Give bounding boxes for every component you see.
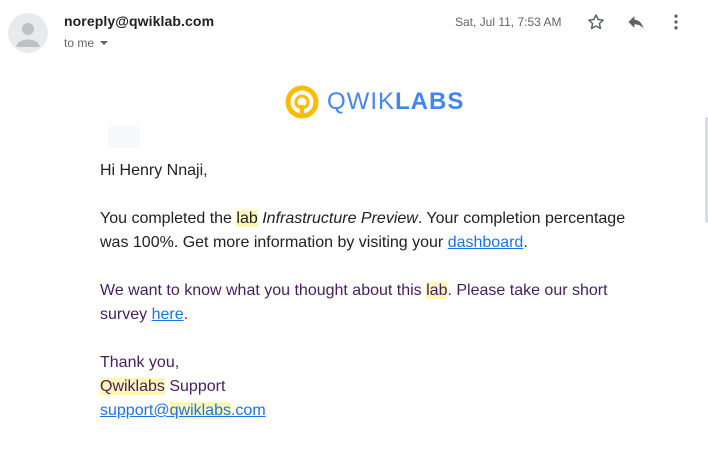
- p2-text-2: . Please take our short: [447, 282, 608, 299]
- support-email-part-2: .com: [230, 402, 266, 419]
- person-avatar-icon[interactable]: [8, 13, 48, 53]
- qwiklabs-logo: QWIKLABS: [285, 85, 464, 119]
- survey-link[interactable]: here: [152, 306, 184, 323]
- caret-down-icon: [100, 41, 109, 45]
- recipient-dropdown[interactable]: to me: [64, 35, 109, 51]
- star-button[interactable]: [584, 10, 608, 34]
- p2-text-3: survey: [100, 306, 152, 323]
- dashboard-link[interactable]: dashboard: [448, 234, 524, 251]
- p1-highlight-lab: lab: [236, 210, 258, 227]
- logo-word-bold: LABS: [395, 88, 465, 115]
- survey-line-1: We want to know what you thought about t…: [100, 279, 608, 303]
- sender-email: noreply@qwiklab.com: [64, 13, 215, 29]
- logo-word-light: QWIK: [327, 88, 395, 115]
- signature-line: Qwiklabs Support: [100, 375, 266, 399]
- p2-end: .: [183, 306, 189, 323]
- p1-text-1: You completed the: [100, 210, 237, 227]
- company-name-highlight: Qwiklabs: [100, 378, 165, 395]
- completion-paragraph: You completed the lab Infrastructure Pre…: [100, 207, 625, 255]
- logo-wordmark: QWIKLABS: [327, 88, 464, 116]
- more-options-button[interactable]: [664, 10, 688, 34]
- thank-you-line: Thank you,: [100, 354, 180, 371]
- p2-text-1: We want to know what you thought about t…: [100, 282, 427, 299]
- survey-line-2: survey here.: [100, 303, 608, 327]
- p2-highlight-lab: lab: [426, 282, 448, 299]
- completion-line-2: was 100%. Get more information by visiti…: [100, 231, 625, 255]
- support-email-highlight: qwiklabs: [169, 402, 231, 419]
- support-email-part-1: support@: [100, 402, 170, 419]
- p1-text-2: . Your completion percentage: [417, 210, 626, 227]
- p1-end: .: [523, 234, 528, 251]
- greeting: Hi Henry Nnaji,: [100, 162, 208, 179]
- reply-icon: [628, 16, 644, 29]
- email-timestamp: Sat, Jul 11, 7:53 AM: [455, 15, 562, 29]
- support-email-link[interactable]: support@qwiklabs.com: [100, 399, 266, 423]
- survey-paragraph: We want to know what you thought about t…: [100, 279, 608, 327]
- completion-line-1: You completed the lab Infrastructure Pre…: [100, 207, 625, 231]
- reply-button[interactable]: [624, 10, 648, 34]
- more-vertical-icon: [674, 14, 678, 30]
- closing-block: Thank you, Qwiklabs Support support@qwik…: [100, 351, 266, 423]
- hidden-image-placeholder: [108, 126, 140, 148]
- company-support: Support: [164, 378, 226, 395]
- email-view: noreply@qwiklab.com to me Sat, Jul 11, 7…: [0, 0, 708, 474]
- qwiklabs-logo-icon: [285, 85, 319, 119]
- lab-name: Infrastructure Preview: [262, 210, 418, 227]
- p1-text-3: was 100%. Get more information by visiti…: [100, 234, 448, 251]
- recipient-label: to me: [64, 36, 95, 50]
- star-icon: [588, 14, 604, 30]
